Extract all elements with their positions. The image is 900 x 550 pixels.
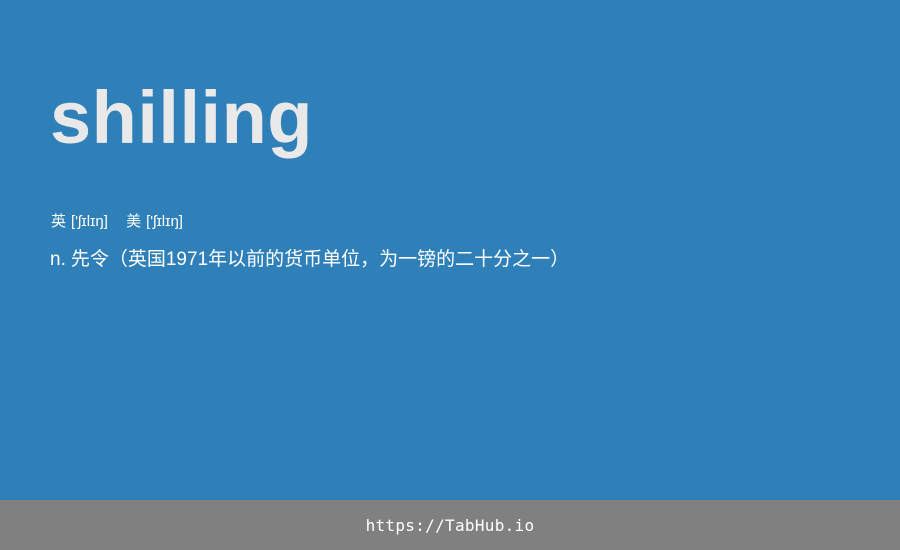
uk-label: 英 [51, 213, 67, 230]
footer-bar: https://TabHub.io [0, 500, 900, 550]
uk-pronunciation: 英 ['ʃɪlɪŋ] [51, 212, 108, 232]
word-card: shilling 英 ['ʃɪlɪŋ] 美 ['ʃɪlɪŋ] n. 先令（英国1971… [0, 0, 900, 500]
uk-ipa: ['ʃɪlɪŋ] [71, 213, 108, 230]
phonetics-row: 英 ['ʃɪlɪŋ] 美 ['ʃɪlɪŋ] [51, 212, 183, 232]
definition: n. 先令（英国1971年以前的货币单位，为一镑的二十分之一） [50, 247, 569, 273]
headword: shilling [50, 76, 313, 159]
us-ipa: ['ʃɪlɪŋ] [146, 213, 183, 230]
definition-text: 先令（英国1971年以前的货币单位，为一镑的二十分之一） [70, 249, 570, 270]
part-of-speech: n. [50, 249, 66, 270]
us-pronunciation: 美 ['ʃɪlɪŋ] [126, 212, 183, 232]
us-label: 美 [126, 213, 142, 230]
footer-url[interactable]: https://TabHub.io [366, 516, 535, 535]
